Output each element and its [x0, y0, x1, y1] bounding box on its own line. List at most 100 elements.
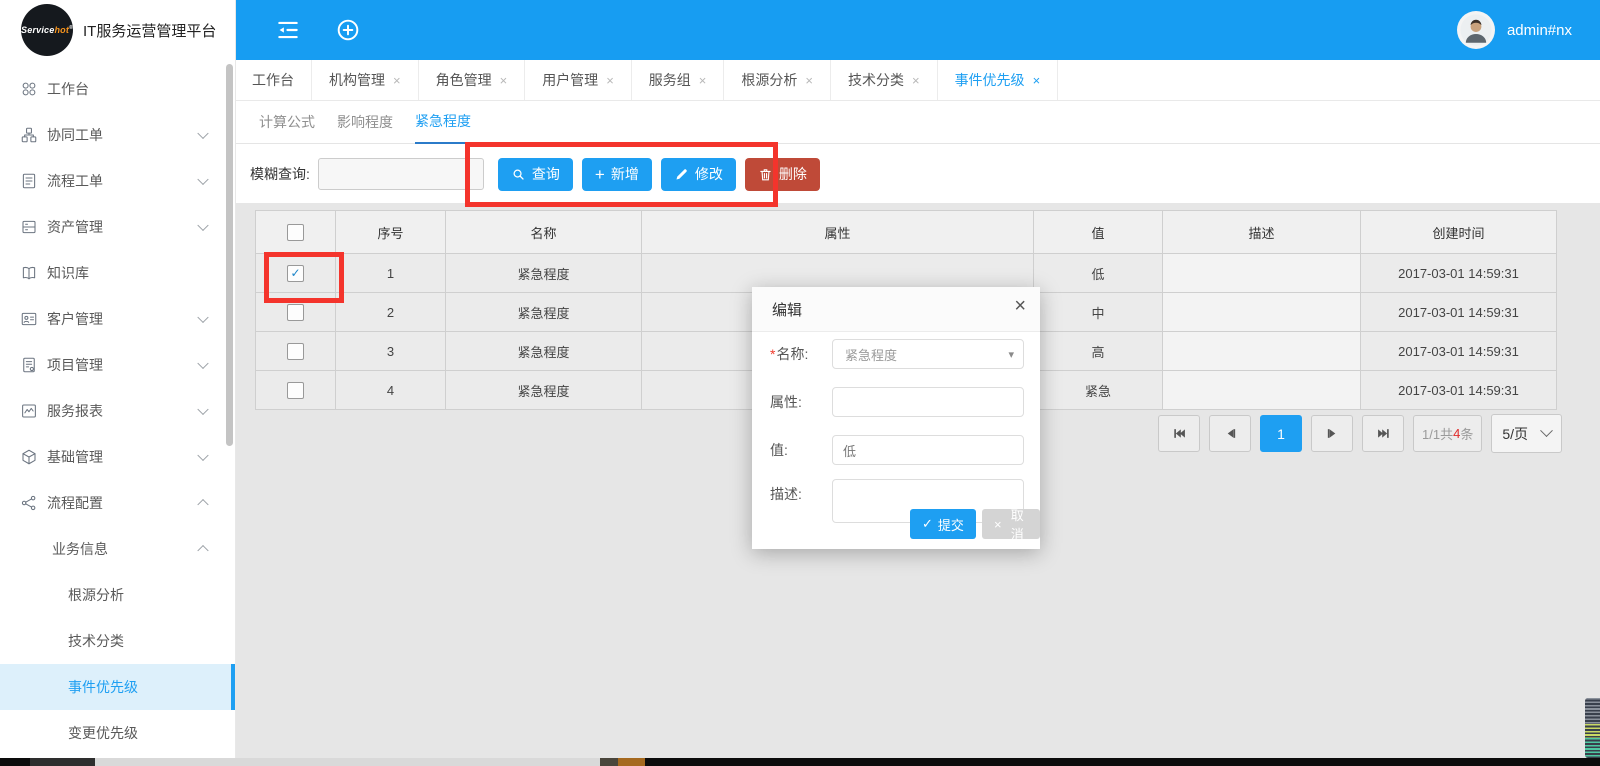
attr-input[interactable] [832, 387, 1024, 417]
tab-root-cause[interactable]: 根源分析× [724, 60, 831, 100]
close-icon[interactable]: × [606, 73, 614, 88]
tab-role-mgmt[interactable]: 角色管理× [419, 60, 526, 100]
sidebar-item-tech-category[interactable]: 技术分类 [0, 618, 235, 664]
sidebar-item-process-tickets[interactable]: 流程工单 [0, 158, 235, 204]
row-checkbox[interactable] [287, 382, 304, 399]
collapse-menu-icon[interactable] [275, 17, 301, 43]
dialog-header[interactable]: 编辑 × [752, 287, 1040, 332]
next-page-button[interactable] [1311, 415, 1353, 452]
close-icon[interactable]: × [393, 73, 401, 88]
tab-service-group[interactable]: 服务组× [632, 60, 725, 100]
sidebar-nav: 工作台 协同工单 流程工单 资产管理 知识库 客户管理 [0, 66, 235, 756]
tab-user-mgmt[interactable]: 用户管理× [525, 60, 632, 100]
plus-icon: + [595, 166, 605, 183]
trash-icon [758, 167, 773, 182]
row-checkbox[interactable] [287, 343, 304, 360]
total-count: 4 [1453, 426, 1460, 441]
sidebar-item-label: 资产管理 [47, 217, 103, 237]
add-tab-icon[interactable] [335, 17, 361, 43]
tab-incident-priority[interactable]: 事件优先级× [938, 60, 1059, 100]
chevron-down-icon [197, 404, 208, 415]
sidebar-item-basic-mgmt[interactable]: 基础管理 [0, 434, 235, 480]
sidebar-item-label: 服务报表 [47, 401, 103, 421]
sidebar-item-workbench[interactable]: 工作台 [0, 66, 235, 112]
content-top-panel: 工作台 机构管理× 角色管理× 用户管理× 服务组× 根源分析× 技术分类× 事… [235, 60, 1600, 203]
open-tabs-bar: 工作台 机构管理× 角色管理× 用户管理× 服务组× 根源分析× 技术分类× 事… [235, 60, 1600, 101]
pagination: 1 1/1共4条 5/页 [1158, 414, 1562, 453]
chevron-down-icon [1540, 424, 1553, 437]
sidebar-item-project-mgmt[interactable]: 项目管理 [0, 342, 235, 388]
required-mark: * [770, 346, 775, 362]
tab-org-mgmt[interactable]: 机构管理× [312, 60, 419, 100]
close-icon[interactable]: × [1014, 295, 1026, 318]
app-root: admin#nx Servicehot® IT服务运营管理平台 工作台 协同工单… [0, 0, 1600, 766]
sidebar-item-service-reports[interactable]: 服务报表 [0, 388, 235, 434]
select-all-checkbox[interactable] [287, 224, 304, 241]
search-icon [511, 167, 526, 182]
cube-icon [20, 448, 38, 466]
sidebar-item-process-config[interactable]: 流程配置 [0, 480, 235, 526]
subtab-impact-degree[interactable]: 影响程度 [337, 101, 393, 143]
book-icon [20, 264, 38, 282]
page-1-button[interactable]: 1 [1260, 415, 1302, 452]
close-icon: × [994, 517, 1002, 532]
caret-down-icon: ▾ [1008, 348, 1014, 361]
subtab-urgency-degree[interactable]: 紧急程度 [415, 100, 471, 144]
close-icon[interactable]: × [912, 73, 920, 88]
id-card-icon [20, 310, 38, 328]
server-icon [20, 218, 38, 236]
delete-button[interactable]: 删除 [745, 158, 820, 191]
name-field-label: *名称: [770, 339, 808, 369]
name-select[interactable]: 紧急程度 ▾ [832, 339, 1024, 369]
chart-icon [20, 402, 38, 420]
sidebar-item-collab-tickets[interactable]: 协同工单 [0, 112, 235, 158]
logged-in-user[interactable]: admin#nx [1507, 22, 1572, 39]
sidebar-scrollbar[interactable] [226, 64, 233, 446]
tab-tech-category[interactable]: 技术分类× [831, 60, 938, 100]
sidebar-item-label: 技术分类 [68, 631, 124, 651]
close-icon[interactable]: × [500, 73, 508, 88]
sidebar-item-asset-mgmt[interactable]: 资产管理 [0, 204, 235, 250]
chevron-down-icon [197, 128, 208, 139]
edit-button[interactable]: 修改 [661, 158, 736, 191]
desc-field-label: 描述: [770, 479, 802, 509]
sidebar-item-business-info[interactable]: 业务信息 [0, 526, 235, 572]
sidebar-item-root-cause[interactable]: 根源分析 [0, 572, 235, 618]
fuzzy-search-input[interactable] [318, 158, 484, 190]
sidebar-item-label: 流程配置 [47, 493, 103, 513]
close-icon[interactable]: × [699, 73, 707, 88]
sidebar-item-customer-mgmt[interactable]: 客户管理 [0, 296, 235, 342]
add-button[interactable]: + 新增 [582, 158, 652, 191]
sidebar-item-label: 事件优先级 [68, 677, 138, 697]
sidebar-item-incident-priority[interactable]: 事件优先级 [0, 664, 235, 710]
sidebar-item-change-priority[interactable]: 变更优先级 [0, 710, 235, 756]
os-taskbar-strip [0, 758, 1600, 766]
page-size-select[interactable]: 5/页 [1491, 414, 1562, 453]
first-page-button[interactable] [1158, 415, 1200, 452]
close-icon[interactable]: × [805, 73, 813, 88]
sidebar-item-label: 协同工单 [47, 125, 103, 145]
close-icon[interactable]: × [1033, 73, 1041, 88]
chevron-down-icon [197, 312, 208, 323]
query-button[interactable]: 查询 [498, 158, 573, 191]
sidebar-item-knowledge-base[interactable]: 知识库 [0, 250, 235, 296]
row-checkbox-checked[interactable]: ✓ [287, 265, 304, 282]
grid-icon [20, 80, 38, 98]
row-checkbox[interactable] [287, 304, 304, 321]
submit-button[interactable]: ✓ 提交 [910, 509, 976, 539]
sidebar-item-label: 流程工单 [47, 171, 103, 191]
prev-page-icon [1224, 427, 1237, 440]
first-page-icon [1173, 427, 1186, 440]
subtab-calc-formula[interactable]: 计算公式 [259, 101, 315, 143]
page-info: 1/1共4条 [1413, 415, 1482, 452]
prev-page-button[interactable] [1209, 415, 1251, 452]
toolbar: 模糊查询: 查询 + 新增 修改 删除 [235, 144, 1600, 204]
col-header-created: 创建时间 [1361, 211, 1557, 254]
tab-workbench[interactable]: 工作台 [235, 60, 312, 100]
cancel-button[interactable]: × 取消 [982, 509, 1040, 539]
last-page-button[interactable] [1362, 415, 1404, 452]
value-input[interactable] [832, 435, 1024, 465]
user-avatar[interactable] [1457, 11, 1495, 49]
col-header-name: 名称 [446, 211, 642, 254]
col-header-attr: 属性 [642, 211, 1034, 254]
